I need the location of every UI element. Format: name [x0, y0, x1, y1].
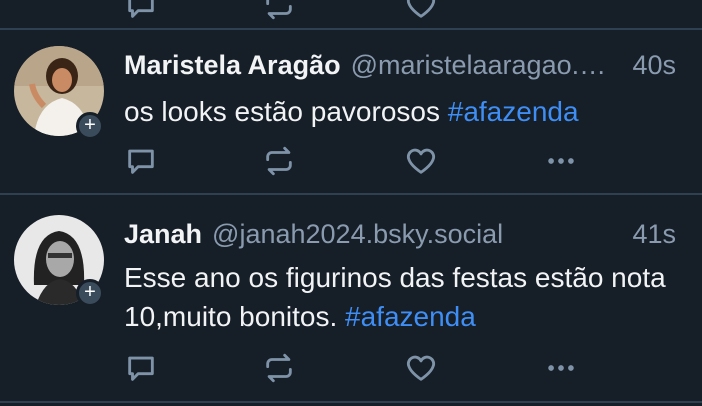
repost-icon[interactable]	[262, 351, 296, 385]
post-item[interactable]: + Janah @janah2024.bsky.social 41s Esse …	[0, 195, 702, 401]
post-timestamp[interactable]: 40s	[632, 50, 676, 81]
post-item[interactable]: + Maristela Aragão @maristelaaragao.bsky…	[0, 30, 702, 193]
author-handle[interactable]: @maristelaaragao.bsky.social	[351, 50, 609, 81]
reply-icon[interactable]	[124, 0, 158, 22]
post-body: os looks estão pavorosos	[124, 96, 448, 127]
post-text: Esse ano os figurinos das festas estão n…	[124, 258, 682, 336]
post-text: os looks estão pavorosos #afazenda	[124, 92, 682, 131]
reply-icon[interactable]	[124, 351, 158, 385]
hashtag-link[interactable]: #afazenda	[345, 301, 476, 332]
hashtag-link[interactable]: #afazenda	[448, 96, 579, 127]
like-icon[interactable]	[404, 0, 438, 22]
more-icon[interactable]	[544, 144, 578, 178]
previous-post-actions	[0, 0, 702, 28]
follow-plus-icon[interactable]: +	[76, 279, 104, 307]
follow-plus-icon[interactable]: +	[76, 112, 104, 140]
post-header: Maristela Aragão @maristelaaragao.bsky.s…	[124, 50, 676, 86]
reply-icon[interactable]	[124, 144, 158, 178]
like-icon[interactable]	[404, 351, 438, 385]
repost-icon[interactable]	[262, 144, 296, 178]
more-icon[interactable]	[544, 351, 578, 385]
divider	[0, 401, 702, 403]
author-name[interactable]: Maristela Aragão	[124, 50, 341, 81]
repost-icon[interactable]	[262, 0, 296, 22]
post-header: Janah @janah2024.bsky.social 41s	[124, 219, 676, 255]
author-handle[interactable]: @janah2024.bsky.social	[212, 219, 608, 250]
like-icon[interactable]	[404, 144, 438, 178]
post-timestamp[interactable]: 41s	[632, 219, 676, 250]
author-name[interactable]: Janah	[124, 219, 202, 250]
